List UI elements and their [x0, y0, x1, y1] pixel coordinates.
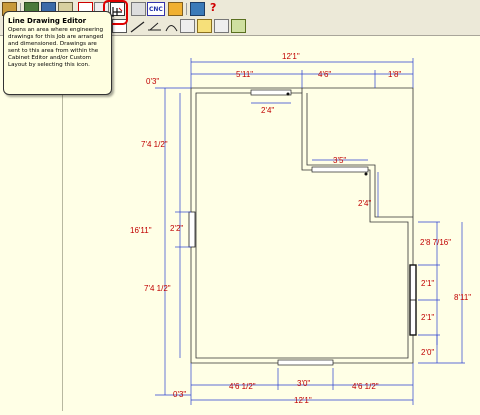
- text-tool-icon[interactable]: [180, 19, 195, 33]
- drawing-canvas[interactable]: 12'1" 5'11" 4'6" 1'8" 0'3" 2'4" 7'4 1/2"…: [63, 36, 480, 411]
- line-tool-icon[interactable]: [130, 19, 145, 33]
- help-label: ?: [210, 1, 217, 14]
- toolbar-separator: [186, 3, 187, 15]
- dim-right-window-b: 2'1": [421, 313, 434, 322]
- tooltip: Line Drawing Editor Opens an area where …: [3, 11, 112, 95]
- bottom-door: [277, 359, 334, 366]
- inner-marker: [364, 172, 368, 176]
- dim-right-total: 8'11": [454, 293, 471, 302]
- dim-top-left: 5'11": [236, 70, 253, 79]
- dim-bottom-offset: 0'3": [173, 390, 186, 399]
- wall-outline-inner: [195, 92, 409, 359]
- cnc-icon[interactable]: CNC: [147, 2, 165, 16]
- optimizer-icon[interactable]: [168, 2, 183, 16]
- dimension-lines: [155, 58, 465, 405]
- dim-bottom-right: 4'6 1/2": [352, 382, 379, 391]
- dim-inner-window: 2'4": [358, 199, 371, 208]
- upper-marker: [286, 92, 290, 96]
- dim-upper-window: 2'4": [261, 106, 274, 115]
- left-window: [188, 211, 196, 248]
- wall-step: [301, 88, 413, 218]
- folder-icon[interactable]: [197, 19, 212, 33]
- tooltip-title: Line Drawing Editor: [8, 17, 87, 25]
- dim-right-upper: 2'8 7/16": [420, 238, 451, 247]
- dim-left-lower: 7'4 1/2": [144, 284, 171, 293]
- tools-icon[interactable]: [131, 2, 146, 16]
- dim-top-offset: 0'3": [146, 77, 159, 86]
- dim-bottom-left: 4'6 1/2": [229, 382, 256, 391]
- dim-right-lower: 2'0": [421, 348, 434, 357]
- dim-top-right: 1'8": [388, 70, 401, 79]
- dim-left-upper: 7'4 1/2": [141, 140, 168, 149]
- dim-right-window-a: 2'1": [421, 279, 434, 288]
- upper-window: [250, 89, 292, 96]
- tooltip-body: Opens an area where engineering drawings…: [8, 27, 104, 68]
- dim-top-mid: 4'6": [318, 70, 331, 79]
- monitor-icon[interactable]: [190, 2, 205, 16]
- layers-icon[interactable]: [214, 19, 229, 33]
- dim-inner-step: 3'5": [333, 156, 346, 165]
- help-icon[interactable]: ?: [207, 1, 222, 16]
- arc-tool-icon[interactable]: [164, 19, 179, 33]
- angle-tool-icon[interactable]: [147, 19, 162, 33]
- dim-top-overall: 12'1": [282, 52, 300, 61]
- dim-bottom-mid: 3'0": [297, 379, 310, 388]
- floor-plan-drawing: 12'1" 5'11" 4'6" 1'8" 0'3" 2'4" 7'4 1/2"…: [130, 52, 471, 405]
- cnc-label: CNC: [149, 6, 163, 13]
- settings-icon[interactable]: [231, 19, 246, 33]
- dim-bottom-overall: 12'1": [294, 396, 312, 405]
- dim-left-window: 2'2": [170, 224, 183, 233]
- dim-left-total: 16'11": [130, 226, 152, 235]
- inner-window: [311, 166, 369, 173]
